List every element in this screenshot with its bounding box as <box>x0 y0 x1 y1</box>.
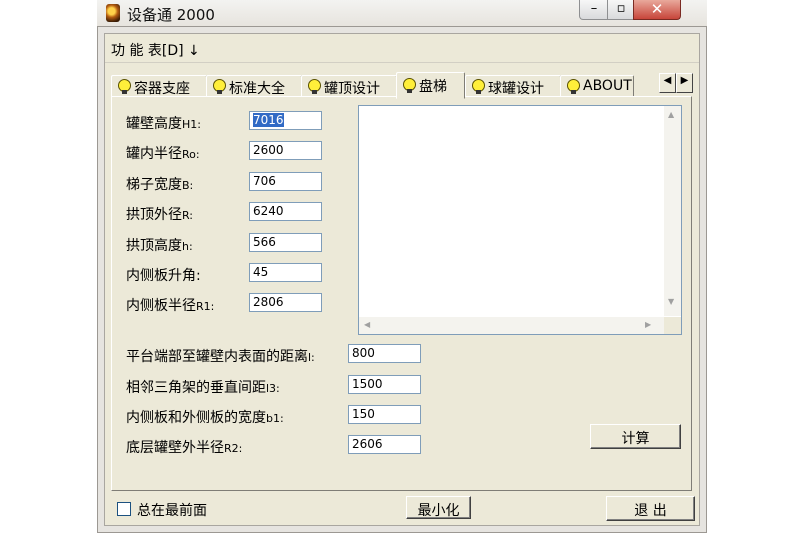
input-inner-radius[interactable]: 2600 <box>249 141 322 160</box>
exit-button[interactable]: 退 出 <box>606 496 695 521</box>
scroll-corner <box>664 317 681 334</box>
label-dome-outer-radius: 拱顶外径R: <box>126 207 194 223</box>
tab-label: ABOUT <box>583 78 632 94</box>
tab-label: 盘梯 <box>419 79 447 95</box>
tab-vessel-support[interactable]: 容器支座 <box>111 75 207 97</box>
tab-panel-spiral-stair: 罐壁高度H1: 7016 罐内半径Ro: 2600 梯子宽度B: 706 拱顶外… <box>111 96 692 491</box>
label-platform-distance: 平台端部至罐壁内表面的距离l: <box>126 349 315 365</box>
label-inner-plate-angle: 内侧板升角: <box>126 268 201 284</box>
tab-label: 容器支座 <box>134 81 190 97</box>
tab-about[interactable]: ABOUT <box>560 75 634 96</box>
bulb-icon <box>472 79 485 94</box>
minimize-app-button[interactable]: 最小化 <box>406 496 471 519</box>
arrow-right-icon: ▶ <box>680 75 689 86</box>
label-tripod-spacing: 相邻三角架的垂直间距l3: <box>126 380 280 396</box>
tab-label: 罐顶设计 <box>324 81 380 97</box>
scroll-up-icon[interactable]: ▲ <box>668 110 674 119</box>
input-wall-height[interactable]: 7016 <box>249 111 322 130</box>
minimize-icon: – <box>590 1 598 16</box>
tab-label: 球罐设计 <box>488 81 544 97</box>
tab-scroll-left-button[interactable]: ◀ <box>659 73 676 93</box>
menu-bar: 功 能 表[D] ↓ <box>105 34 699 63</box>
label-ladder-width: 梯子宽度B: <box>126 177 194 193</box>
vertical-scrollbar[interactable]: ▲ ▼ <box>664 106 681 316</box>
always-on-top-checkbox[interactable] <box>117 502 131 516</box>
tab-label: 标准大全 <box>229 81 285 97</box>
scroll-left-icon[interactable]: ◀ <box>364 320 370 329</box>
result-listbox[interactable]: ▲ ▼ ◀ ▶ <box>358 105 682 335</box>
window-frame: 功 能 表[D] ↓ 容器支座 标准大全 罐顶设计 盘梯 球罐设计 ABOUT … <box>97 26 707 533</box>
bulb-icon <box>213 79 226 94</box>
input-plate-width[interactable]: 150 <box>348 405 421 424</box>
label-bottom-wall-radius: 底层罐壁外半径R2: <box>126 440 243 456</box>
tab-spherical-tank-design[interactable]: 球罐设计 <box>465 75 561 97</box>
label-inner-radius: 罐内半径Ro: <box>126 146 200 162</box>
horizontal-scrollbar[interactable]: ◀ ▶ <box>359 317 664 334</box>
label-inner-plate-radius: 内侧板半径R1: <box>126 298 215 314</box>
tab-scroll-right-button[interactable]: ▶ <box>676 73 693 93</box>
tab-tank-roof-design[interactable]: 罐顶设计 <box>301 75 397 97</box>
maximize-window-button[interactable]: ▫ <box>607 0 635 20</box>
client-area: 功 能 表[D] ↓ 容器支座 标准大全 罐顶设计 盘梯 球罐设计 ABOUT … <box>104 33 700 526</box>
input-dome-outer-radius[interactable]: 6240 <box>249 202 322 221</box>
arrow-left-icon: ◀ <box>663 75 672 86</box>
input-bottom-wall-radius[interactable]: 2606 <box>348 435 421 454</box>
tab-spiral-stair[interactable]: 盘梯 <box>396 72 465 99</box>
window-title: 设备通 2000 <box>127 6 215 24</box>
calculate-button[interactable]: 计算 <box>590 424 681 449</box>
menu-function-table[interactable]: 功 能 表[D] ↓ <box>111 40 200 60</box>
label-wall-height: 罐壁高度H1: <box>126 116 201 132</box>
input-inner-plate-angle[interactable]: 45 <box>249 263 322 282</box>
title-bar[interactable]: 设备通 2000 – ▫ ✕ <box>97 0 707 27</box>
bulb-icon <box>567 79 580 94</box>
always-on-top-label: 总在最前面 <box>137 503 207 519</box>
input-tripod-spacing[interactable]: 1500 <box>348 375 421 394</box>
label-dome-height: 拱顶高度h: <box>126 238 193 254</box>
tab-standards[interactable]: 标准大全 <box>206 75 302 97</box>
app-icon <box>106 4 120 22</box>
bulb-icon <box>118 79 131 94</box>
close-icon: ✕ <box>650 0 664 18</box>
close-window-button[interactable]: ✕ <box>633 0 681 20</box>
tab-strip: 容器支座 标准大全 罐顶设计 盘梯 球罐设计 ABOUT ◀ ▶ <box>105 72 699 99</box>
scroll-right-icon[interactable]: ▶ <box>645 320 651 329</box>
scroll-down-icon[interactable]: ▼ <box>668 297 674 306</box>
input-platform-distance[interactable]: 800 <box>348 344 421 363</box>
app-window: 设备通 2000 – ▫ ✕ 功 能 表[D] ↓ 容器支座 标准大全 罐顶设计… <box>97 0 707 533</box>
maximize-icon: ▫ <box>616 1 626 16</box>
input-dome-height[interactable]: 566 <box>249 233 322 252</box>
label-plate-width: 内侧板和外侧板的宽度b1: <box>126 410 284 426</box>
bulb-icon <box>308 79 321 94</box>
minimize-window-button[interactable]: – <box>579 0 609 20</box>
bulb-icon <box>403 78 416 93</box>
input-ladder-width[interactable]: 706 <box>249 172 322 191</box>
input-inner-plate-radius[interactable]: 2806 <box>249 293 322 312</box>
